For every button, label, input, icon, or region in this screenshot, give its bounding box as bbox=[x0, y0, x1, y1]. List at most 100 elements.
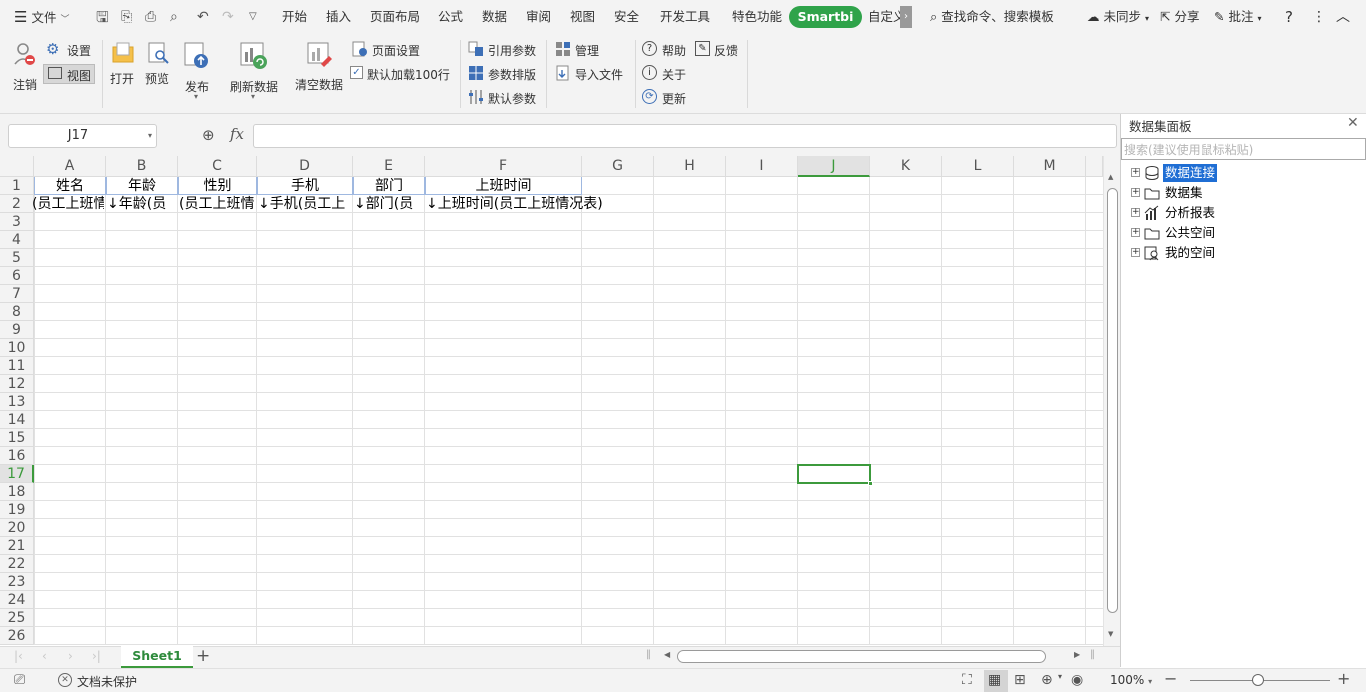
cell-d1[interactable]: 手机 bbox=[257, 177, 353, 195]
row-header-8[interactable]: 8 bbox=[0, 303, 34, 321]
scroll-left-icon[interactable]: ◀ bbox=[664, 650, 670, 659]
row-header-24[interactable]: 24 bbox=[0, 591, 34, 609]
tab-data[interactable]: 数据 bbox=[482, 0, 507, 34]
zoom-formula-icon[interactable]: ⊕ bbox=[202, 126, 215, 144]
quick-access-more-icon[interactable]: ▽ bbox=[249, 0, 257, 34]
cell-e2[interactable]: ↓部门(员 bbox=[354, 195, 426, 213]
row-header-13[interactable]: 13 bbox=[0, 393, 34, 411]
expand-icon[interactable]: + bbox=[1131, 188, 1140, 197]
eye-protection-icon[interactable]: ◉ bbox=[1071, 672, 1083, 688]
row-header-16[interactable]: 16 bbox=[0, 447, 34, 465]
row-header-25[interactable]: 25 bbox=[0, 609, 34, 627]
tab-scroll-right-icon[interactable]: › bbox=[900, 6, 912, 28]
help-icon[interactable]: ? bbox=[1285, 0, 1293, 34]
column-header-m[interactable]: M bbox=[1014, 156, 1086, 177]
row-header-1[interactable]: 1 bbox=[0, 177, 34, 195]
tab-splitter-icon[interactable]: ‖ bbox=[1090, 649, 1095, 660]
cell-a2[interactable]: (员工上班情 bbox=[32, 195, 104, 213]
expand-icon[interactable]: + bbox=[1131, 168, 1140, 177]
macro-icon[interactable]: ⎚ bbox=[14, 672, 25, 688]
row-header-14[interactable]: 14 bbox=[0, 411, 34, 429]
page-setup-button[interactable]: 页面设置 bbox=[352, 40, 428, 60]
row-header-10[interactable]: 10 bbox=[0, 339, 34, 357]
panel-search-input[interactable]: 搜索(建议使用鼠标粘贴) bbox=[1121, 138, 1366, 160]
prev-sheet-icon[interactable]: ‹ bbox=[42, 649, 47, 663]
normal-view-button[interactable]: ▦ bbox=[984, 670, 1008, 692]
view-button[interactable]: 视图 bbox=[43, 64, 95, 84]
row-header-17[interactable]: 17 bbox=[0, 465, 34, 483]
last-sheet-icon[interactable]: ›| bbox=[92, 649, 101, 663]
expand-icon[interactable]: + bbox=[1131, 248, 1140, 257]
next-sheet-icon[interactable]: › bbox=[68, 649, 73, 663]
row-header-6[interactable]: 6 bbox=[0, 267, 34, 285]
expand-icon[interactable]: + bbox=[1131, 228, 1140, 237]
zoom-out-button[interactable]: − bbox=[1164, 669, 1177, 688]
page-layout-view-icon[interactable]: ⊕ bbox=[1041, 672, 1053, 688]
column-header-i[interactable]: I bbox=[726, 156, 798, 177]
default-param-button[interactable]: 默认参数 bbox=[468, 88, 540, 108]
horizontal-scroll-thumb[interactable] bbox=[677, 650, 1046, 663]
comment-button[interactable]: ✎ 批注 ▾ bbox=[1214, 0, 1261, 34]
cell-e1[interactable]: 部门 bbox=[353, 177, 425, 195]
print-preview-icon[interactable]: ⌕ bbox=[170, 0, 178, 34]
row-header-19[interactable]: 19 bbox=[0, 501, 34, 519]
column-header-e[interactable]: E bbox=[353, 156, 425, 177]
tab-custom[interactable]: 自定义 bbox=[868, 0, 900, 34]
column-header-j[interactable]: J bbox=[798, 156, 870, 177]
feedback-button[interactable]: ✎ 反馈 bbox=[695, 40, 743, 60]
print-icon[interactable]: ⎙ bbox=[145, 0, 156, 34]
tab-page-layout[interactable]: 页面布局 bbox=[370, 0, 420, 34]
close-icon[interactable]: ✕ bbox=[1347, 115, 1359, 131]
open-button[interactable]: 打开 bbox=[108, 40, 138, 102]
row-header-4[interactable]: 4 bbox=[0, 231, 34, 249]
first-sheet-icon[interactable]: |‹ bbox=[14, 649, 23, 663]
tab-view[interactable]: 视图 bbox=[570, 0, 595, 34]
default-load-100-checkbox[interactable]: ✓ 默认加载100行 bbox=[350, 64, 454, 84]
zoom-level[interactable]: 100% ▾ bbox=[1110, 673, 1152, 687]
tab-review[interactable]: 审阅 bbox=[526, 0, 551, 34]
cell-f2[interactable]: ↓上班时间(员工上班情况表) bbox=[426, 195, 666, 213]
add-sheet-button[interactable]: + bbox=[196, 646, 210, 666]
tab-splitter-icon[interactable]: ‖ bbox=[646, 649, 651, 660]
cell-a1[interactable]: 姓名 bbox=[34, 177, 106, 195]
collapse-ribbon-icon[interactable]: ︿ bbox=[1336, 0, 1350, 34]
format-painter-icon[interactable]: ⎘ bbox=[121, 0, 132, 34]
about-button[interactable]: i 关于 bbox=[642, 64, 690, 84]
update-button[interactable]: ⟳ 更新 bbox=[642, 88, 690, 108]
tab-start[interactable]: 开始 bbox=[282, 0, 307, 34]
row-header-21[interactable]: 21 bbox=[0, 537, 34, 555]
row-header-15[interactable]: 15 bbox=[0, 429, 34, 447]
tab-security[interactable]: 安全 bbox=[614, 0, 639, 34]
column-header-c[interactable]: C bbox=[178, 156, 257, 177]
ref-param-button[interactable]: 引用参数 bbox=[468, 40, 540, 60]
column-header-d[interactable]: D bbox=[257, 156, 353, 177]
cell-c2[interactable]: (员工上班情 bbox=[179, 195, 258, 213]
undo-icon[interactable]: ↶ bbox=[197, 0, 209, 34]
formula-input[interactable] bbox=[253, 124, 1117, 148]
scroll-right-icon[interactable]: ▶ bbox=[1074, 650, 1080, 659]
refresh-data-button[interactable]: 刷新数据 ▾ bbox=[228, 40, 280, 106]
row-header-26[interactable]: 26 bbox=[0, 627, 34, 645]
vertical-scroll-thumb[interactable] bbox=[1107, 188, 1118, 613]
column-header-a[interactable]: A bbox=[34, 156, 106, 177]
row-header-23[interactable]: 23 bbox=[0, 573, 34, 591]
import-file-button[interactable]: 导入文件 bbox=[555, 64, 631, 84]
cell-c1[interactable]: 性别 bbox=[178, 177, 257, 195]
fullscreen-icon[interactable]: ⛶ bbox=[962, 672, 972, 688]
row-header-7[interactable]: 7 bbox=[0, 285, 34, 303]
file-menu[interactable]: ☰ 文件 ﹀ bbox=[14, 0, 69, 34]
row-header-22[interactable]: 22 bbox=[0, 555, 34, 573]
column-header-h[interactable]: H bbox=[654, 156, 726, 177]
tab-formula[interactable]: 公式 bbox=[438, 0, 463, 34]
tab-smartbi[interactable]: Smartbi bbox=[789, 6, 862, 28]
row-header-2[interactable]: 2 bbox=[0, 195, 34, 213]
tab-insert[interactable]: 插入 bbox=[326, 0, 351, 34]
selected-cell[interactable] bbox=[797, 464, 871, 484]
column-header-k[interactable]: K bbox=[870, 156, 942, 177]
cell-d2[interactable]: ↓手机(员工上 bbox=[258, 195, 354, 213]
tab-developer[interactable]: 开发工具 bbox=[660, 0, 710, 34]
row-header-11[interactable]: 11 bbox=[0, 357, 34, 375]
cell-b2[interactable]: ↓年龄(员 bbox=[107, 195, 179, 213]
vertical-scrollbar[interactable]: ▲ ▼ bbox=[1103, 156, 1120, 646]
column-header-f[interactable]: F bbox=[425, 156, 582, 177]
